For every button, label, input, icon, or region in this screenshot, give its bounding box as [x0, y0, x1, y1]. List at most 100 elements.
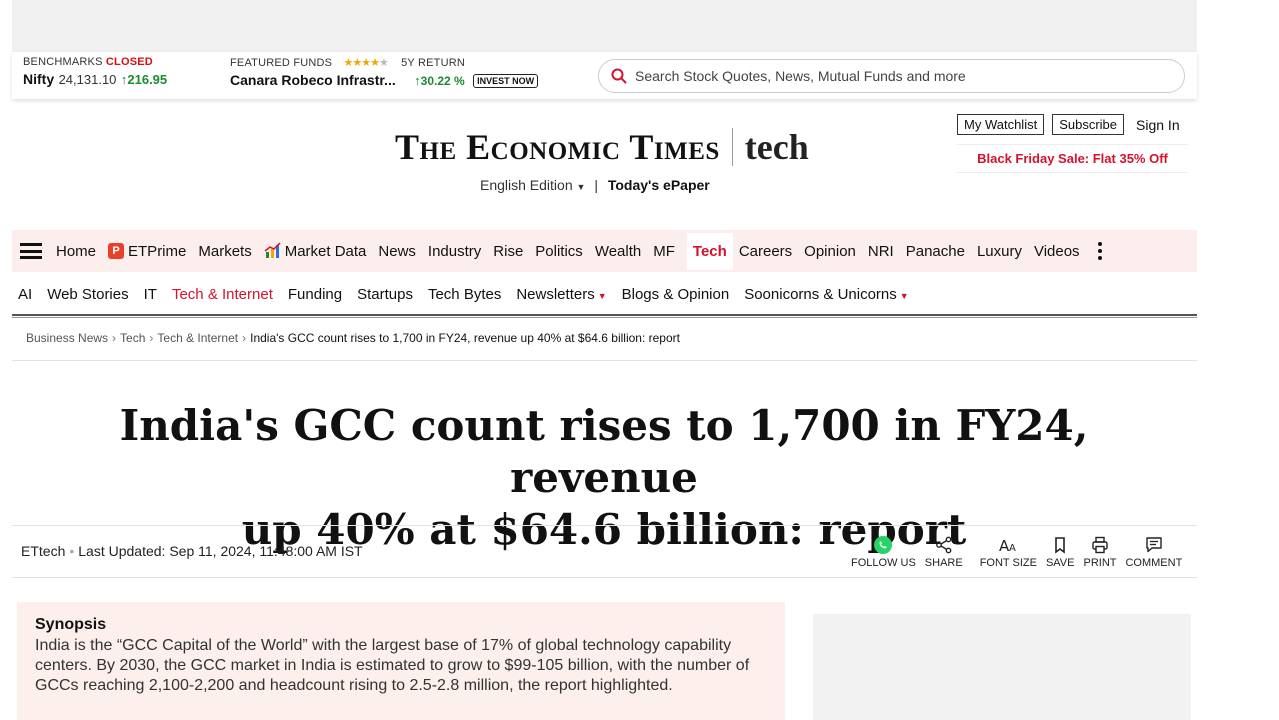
index-change: 216.95 — [127, 72, 168, 87]
breadcrumb-item[interactable]: Business News — [26, 331, 108, 345]
breadcrumb: Business News › Tech › Tech & Internet › India… — [26, 331, 680, 345]
hamburger-menu-icon[interactable] — [20, 243, 42, 259]
svg-text:A: A — [1009, 543, 1016, 554]
logo-divider — [731, 128, 733, 166]
etprime-icon: P — [108, 243, 125, 259]
invest-now-button[interactable]: INVEST NOW — [473, 73, 539, 88]
breadcrumb-divider — [12, 360, 1197, 361]
nav-item-wealth[interactable]: Wealth — [595, 243, 641, 260]
print-label: PRINT — [1083, 557, 1117, 569]
save-button[interactable]: SAVE — [1046, 535, 1074, 569]
nav-item-industry[interactable]: Industry — [428, 243, 481, 260]
share-label: SHARE — [924, 557, 963, 569]
section-logo: tech — [744, 127, 809, 167]
nav-item-rise[interactable]: Rise — [493, 243, 523, 260]
subnav-item-ai[interactable]: AI — [18, 286, 32, 303]
nav-item-videos[interactable]: Videos — [1034, 243, 1080, 260]
caret-down-icon: ▼ — [899, 290, 909, 301]
epaper-link[interactable]: Today's ePaper — [608, 177, 710, 193]
nav-item-market-data[interactable]: Market Data — [264, 242, 366, 260]
benchmark-widget[interactable]: BENCHMARKS CLOSED Nifty 24,131.10 ↑216.9… — [23, 56, 167, 89]
follow-us-label: FOLLOW US — [851, 557, 916, 569]
article-headline: India's GCC count rises to 1,700 in FY24… — [119, 401, 1089, 554]
breadcrumb-item[interactable]: Tech & Internet — [157, 331, 238, 345]
edition-selector[interactable]: English Edition ▼ — [480, 177, 585, 193]
more-menu-icon[interactable] — [1097, 242, 1102, 260]
index-value: 24,131.10 — [58, 72, 117, 87]
nav-item-etprime[interactable]: P ETPrime — [108, 243, 186, 260]
font-size-label: FONT SIZE — [979, 557, 1037, 569]
search-icon — [611, 68, 627, 84]
market-status: CLOSED — [105, 56, 153, 68]
printer-icon — [1092, 536, 1108, 554]
whatsapp-icon — [874, 536, 893, 554]
subnav-item-funding[interactable]: Funding — [288, 286, 342, 303]
promo-banner-link[interactable]: Black Friday Sale: Flat 35% Off — [957, 144, 1188, 173]
subnav-item-tech-internet[interactable]: Tech & Internet — [172, 286, 273, 303]
synopsis-box: Synopsis India is the “GCC Capital of th… — [17, 602, 785, 720]
share-icon — [935, 536, 952, 554]
breadcrumb-item[interactable]: Tech — [120, 331, 145, 345]
fund-return-value: 30.22 % — [420, 74, 465, 88]
subnav-item-it[interactable]: IT — [144, 286, 157, 303]
subnav-divider — [12, 314, 1197, 318]
font-size-button[interactable]: A A FONT SIZE — [980, 535, 1037, 569]
bookmark-icon — [1055, 537, 1066, 554]
nav-item-news[interactable]: News — [378, 243, 416, 260]
nav-item-markets[interactable]: Markets — [198, 243, 251, 260]
nav-item-home[interactable]: Home — [56, 243, 96, 260]
byline-top-divider — [12, 525, 1197, 526]
fund-name[interactable]: Canara Robeco Infrastr... — [230, 72, 396, 88]
nav-item-luxury[interactable]: Luxury — [977, 243, 1022, 260]
bar-chart-icon — [264, 242, 281, 258]
nav-item-mf[interactable]: MF — [653, 243, 675, 260]
my-watchlist-button[interactable]: My Watchlist — [957, 114, 1045, 135]
breadcrumb-separator: › — [149, 331, 154, 345]
font-size-icon: A A — [999, 537, 1016, 555]
nav-item-panache[interactable]: Panache — [906, 243, 965, 260]
section-subnav: AI Web Stories IT Tech & Internet Fundin… — [12, 274, 1197, 314]
updated-timestamp: Last Updated: Sep 11, 2024, 11:48:00 AM … — [78, 543, 363, 559]
subnav-item-startups[interactable]: Startups — [357, 286, 413, 303]
subnav-item-newsletters[interactable]: Newsletters ▼ — [516, 286, 606, 303]
byline-bottom-divider — [12, 577, 1197, 578]
share-button[interactable]: SHARE — [925, 535, 963, 569]
brand-logo: The Economic Times — [395, 127, 720, 167]
comment-button[interactable]: COMMENT — [1125, 535, 1182, 569]
author-name[interactable]: ETtech — [21, 543, 65, 559]
search-bar[interactable]: Search Stock Quotes, News, Mutual Funds … — [598, 59, 1185, 93]
featured-funds-label: FEATURED FUNDS — [230, 57, 333, 69]
primary-nav: Home P ETPrime Markets Market Data News I… — [12, 230, 1197, 272]
subnav-item-tech-bytes[interactable]: Tech Bytes — [428, 286, 501, 303]
print-button[interactable]: PRINT — [1083, 535, 1116, 569]
subnav-item-web-stories[interactable]: Web Stories — [47, 286, 128, 303]
comment-icon — [1146, 537, 1162, 553]
account-actions: My Watchlist Subscribe Sign In — [957, 114, 1180, 135]
breadcrumb-current: India's GCC count rises to 1,700 in FY24… — [250, 331, 680, 345]
follow-us-button[interactable]: FOLLOW US — [851, 535, 916, 569]
synopsis-body: India is the “GCC Capital of the World” … — [35, 637, 750, 694]
caret-down-icon: ▼ — [597, 290, 607, 301]
breadcrumb-separator: › — [112, 331, 117, 345]
nav-item-careers[interactable]: Careers — [739, 243, 792, 260]
return-label: 5Y RETURN — [401, 57, 466, 69]
nav-item-tech[interactable]: Tech — [686, 232, 733, 270]
subnav-item-blogs-opinion[interactable]: Blogs & Opinion — [622, 286, 730, 303]
search-input[interactable]: Search Stock Quotes, News, Mutual Funds … — [635, 68, 966, 84]
subscribe-button[interactable]: Subscribe — [1052, 114, 1125, 135]
article-toolbar: FOLLOW US SHARE A A FONT SIZE SAVE PRINT — [851, 535, 1182, 569]
byline-dot: • — [69, 543, 75, 559]
nav-item-nri[interactable]: NRI — [868, 243, 894, 260]
sidebar-ad-slot — [813, 614, 1191, 720]
caret-down-icon: ▼ — [576, 182, 586, 192]
index-name: Nifty — [23, 71, 55, 87]
subnav-item-soonicorns[interactable]: Soonicorns & Unicorns ▼ — [744, 286, 909, 303]
sign-in-link[interactable]: Sign In — [1136, 117, 1180, 133]
featured-fund-widget[interactable]: FEATURED FUNDS ★★★★★ 5Y RETURN Canara Ro… — [230, 56, 539, 90]
nav-item-politics[interactable]: Politics — [535, 243, 583, 260]
nav-item-opinion[interactable]: Opinion — [804, 243, 856, 260]
site-logo[interactable]: The Economic Times tech — [395, 126, 809, 168]
breadcrumb-separator: › — [242, 331, 247, 345]
edition-separator: | — [594, 177, 598, 193]
synopsis-title: Synopsis — [35, 616, 107, 633]
